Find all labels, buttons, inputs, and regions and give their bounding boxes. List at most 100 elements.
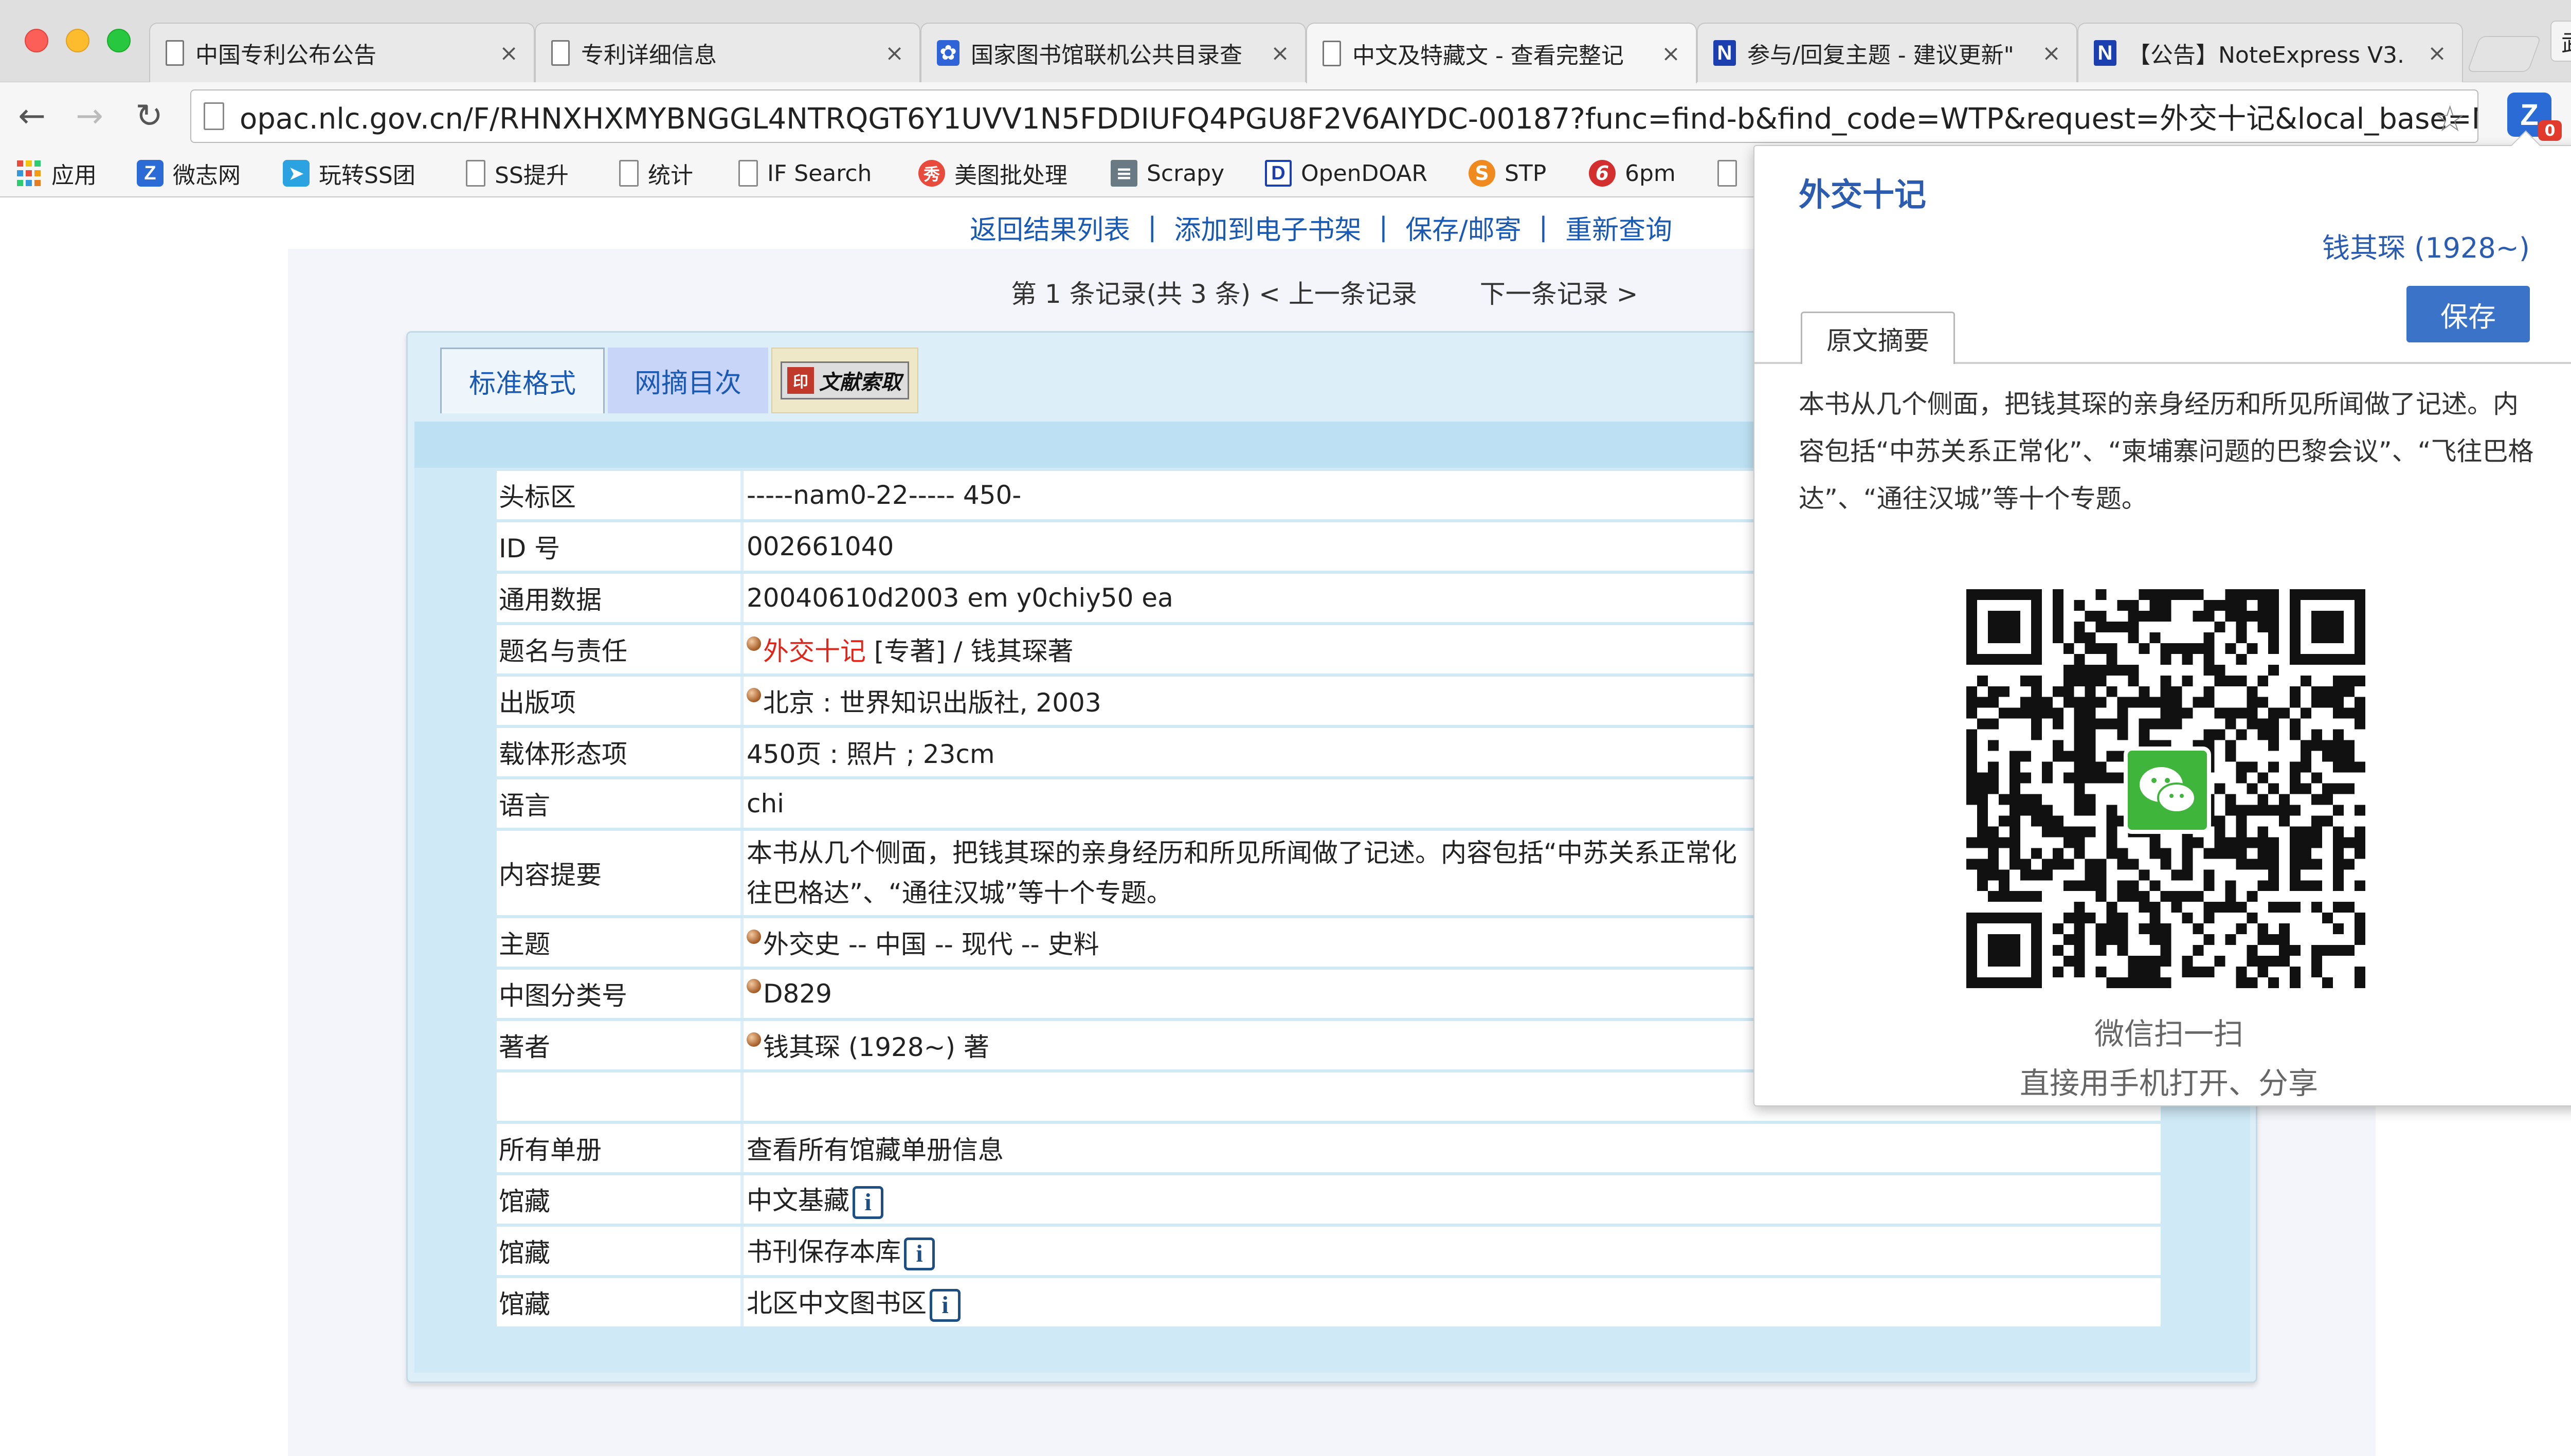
bookmark-item[interactable]: SS提升 <box>466 157 569 189</box>
bookmark-item[interactable]: 秀 美图批处理 <box>918 157 1067 189</box>
scrapy-icon: ≡ <box>1111 160 1137 187</box>
apps-grid-icon <box>15 160 42 187</box>
table-row: 馆藏 北区中文图书区 i <box>497 1278 2161 1326</box>
bookmark-item[interactable]: D OpenDOAR <box>1265 157 1427 189</box>
bookmark-label: 6pm <box>1625 160 1676 187</box>
table-row: 馆藏 书刊保存本库 i <box>497 1227 2161 1275</box>
bookmark-item[interactable] <box>1717 157 1746 189</box>
popup-book-title: 外交十记 <box>1799 176 1927 213</box>
browser-tab-active[interactable]: 中文及特藏文 - 查看完整记 × <box>1306 23 1697 83</box>
tab-close-icon[interactable]: × <box>1661 41 1680 67</box>
new-search-link[interactable]: 重新查询 <box>1565 208 1672 247</box>
forward-arrow-icon[interactable]: → <box>69 96 110 137</box>
top-links: 返回结果列表 | 添加到电子书架 | 保存/邮寄 | 重新查询 <box>970 207 1672 248</box>
tab-standard-format[interactable]: 标准格式 <box>440 348 605 413</box>
publisher-link[interactable]: 北京 : 世界知识出版社, 2003 <box>763 688 1101 718</box>
tab-title: 中国专利公布公告 <box>195 42 376 68</box>
tab-close-icon[interactable]: × <box>499 40 518 66</box>
bookmark-item[interactable]: S STP <box>1469 157 1546 189</box>
tab-document-request[interactable]: 印 文献索取 <box>771 348 918 413</box>
field-label: 题名与责任 <box>497 625 744 674</box>
browser-tab[interactable]: N 参与/回复主题 - 建议更新" × <box>1697 23 2077 82</box>
browser-tab[interactable]: 专利详细信息 × <box>535 23 920 82</box>
field-label: 所有单册 <box>497 1124 744 1172</box>
tab-close-icon[interactable]: × <box>2428 40 2447 66</box>
field-value: 查看所有馆藏单册信息 <box>744 1124 2161 1172</box>
prev-record-link[interactable]: < 上一条记录 <box>1259 279 1417 309</box>
page-icon <box>204 102 224 130</box>
browser-toolbar: ← → ↻ opac.nlc.gov.cn/F/RHNXHXMYBNGGL4NT… <box>0 82 2571 149</box>
info-icon[interactable]: i <box>853 1186 883 1219</box>
title-link[interactable]: 外交十记 <box>763 636 866 666</box>
subject-link[interactable]: 外交史 -- 中国 -- 现代 -- 史料 <box>763 930 1099 959</box>
bookmark-item[interactable]: 应用 <box>15 157 97 189</box>
field-value: 北区中文图书区 i <box>744 1278 2161 1326</box>
browser-tab[interactable]: ✿ 国家图书馆联机公共目录查 × <box>920 23 1306 82</box>
page-icon <box>466 160 485 187</box>
window-minimize-button[interactable] <box>66 29 89 52</box>
next-record-link[interactable]: 下一条记录 > <box>1480 279 1638 309</box>
info-icon[interactable]: i <box>904 1237 935 1270</box>
window-zoom-button[interactable] <box>107 29 131 52</box>
d-icon: D <box>1265 160 1292 187</box>
page-icon <box>1323 41 1341 66</box>
z-icon: Z <box>137 160 164 187</box>
bookmark-item[interactable]: IF Search <box>738 157 872 189</box>
bookmark-item[interactable]: Z 微志网 <box>137 157 241 189</box>
field-label: 语言 <box>497 779 744 828</box>
field-value: 书刊保存本库 i <box>744 1227 2161 1275</box>
back-to-results-link[interactable]: 返回结果列表 <box>970 208 1130 247</box>
all-items-link[interactable]: 查看所有馆藏单册信息 <box>747 1135 1004 1165</box>
wechat-icon <box>2124 747 2211 834</box>
new-tab-button[interactable] <box>2467 36 2542 72</box>
bookmark-label: 微志网 <box>173 162 241 189</box>
window-close-button[interactable] <box>25 29 48 52</box>
field-label: 馆藏 <box>497 1227 744 1275</box>
page-icon <box>738 160 758 187</box>
tab-toc[interactable]: 网摘目次 <box>608 348 768 413</box>
bookmark-item[interactable]: ≡ Scrapy <box>1111 157 1224 189</box>
field-label: 主题 <box>497 918 744 967</box>
back-arrow-icon[interactable]: ← <box>11 96 52 137</box>
record-position: 第 1 条记录(共 3 条) <box>1011 279 1251 309</box>
bookmark-label: 应用 <box>51 162 97 189</box>
document-request-button[interactable]: 印 文献索取 <box>781 361 909 399</box>
field-label <box>497 1072 744 1121</box>
save-button[interactable]: 保存 <box>2406 286 2530 342</box>
6pm-icon: 6 <box>1589 160 1616 187</box>
bookmark-item[interactable]: ➤ 玩转SS团 <box>283 157 415 189</box>
classification-link[interactable]: D829 <box>763 979 832 1009</box>
field-label: 馆藏 <box>497 1278 744 1326</box>
bookmark-item[interactable]: 统计 <box>619 157 693 189</box>
holding-link[interactable]: 中文基藏 <box>747 1186 849 1215</box>
save-email-link[interactable]: 保存/邮寄 <box>1405 208 1522 247</box>
tab-close-icon[interactable]: × <box>885 40 904 66</box>
holding-link[interactable]: 北区中文图书区 <box>747 1288 927 1318</box>
page-icon <box>166 40 184 66</box>
tab-close-icon[interactable]: × <box>1271 40 1290 66</box>
browser-tab[interactable]: 中国专利公布公告 × <box>149 23 535 82</box>
address-bar[interactable]: opac.nlc.gov.cn/F/RHNXHXMYBNGGL4NTRQGT6Y… <box>190 89 2478 143</box>
bookmark-star-icon[interactable]: ☆ <box>2434 98 2466 140</box>
bookmark-label: IF Search <box>767 160 872 187</box>
bookmark-label: 美图批处理 <box>954 162 1067 189</box>
noteexpress-icon: N <box>2094 40 2116 66</box>
holding-link[interactable]: 书刊保存本库 <box>747 1237 901 1267</box>
bookmark-label: 统计 <box>648 162 693 189</box>
tab-title: 中文及特藏文 - 查看完整记 <box>1352 43 1624 69</box>
field-label: 馆藏 <box>497 1175 744 1224</box>
reload-icon[interactable]: ↻ <box>129 96 170 137</box>
profile-button[interactable]: 武帅 <box>2550 21 2571 62</box>
info-icon[interactable]: i <box>930 1288 961 1322</box>
add-to-bookshelf-link[interactable]: 添加到电子书架 <box>1174 208 1362 247</box>
page-icon <box>551 40 570 66</box>
telegram-icon: ➤ <box>283 160 310 187</box>
popup-author[interactable]: 钱其琛 (1928~) <box>2322 225 2530 266</box>
tab-close-icon[interactable]: × <box>2042 40 2061 66</box>
baidu-paw-icon: ✿ <box>937 40 959 66</box>
browser-tab[interactable]: N 【公告】NoteExpress V3. × <box>2077 23 2463 82</box>
author-link[interactable]: 钱其琛 (1928~) 著 <box>763 1032 989 1062</box>
tab-abstract[interactable]: 原文摘要 <box>1801 312 1955 364</box>
table-row: 馆藏 中文基藏 i <box>497 1175 2161 1224</box>
bookmark-item[interactable]: 6 6pm <box>1589 157 1676 189</box>
